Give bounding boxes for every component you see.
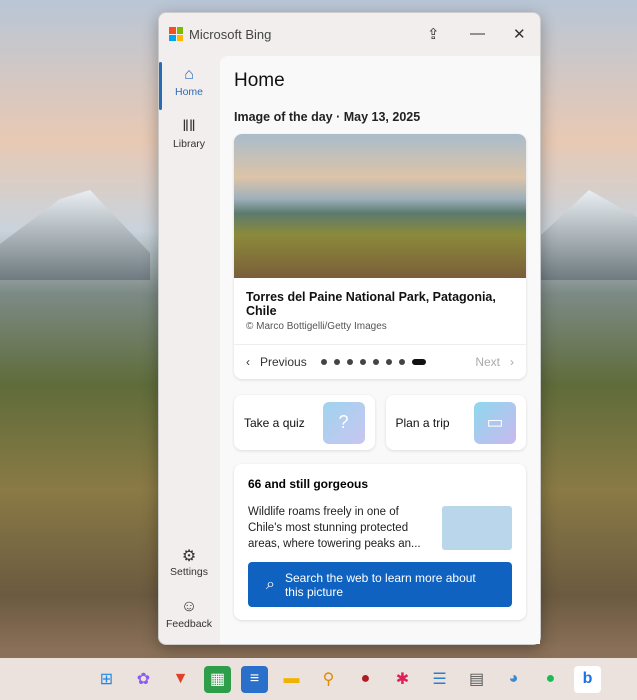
home-icon: ⌂: [184, 66, 194, 83]
pager-dot[interactable]: [372, 359, 379, 365]
quiz-label: Take a quiz: [244, 415, 305, 430]
calculator-icon[interactable]: ▤: [463, 666, 490, 693]
pager-dot[interactable]: [320, 359, 327, 365]
previous-button[interactable]: ‹ Previous: [246, 355, 307, 369]
search-web-button[interactable]: ⌕ Search the web to learn more about this…: [248, 562, 512, 607]
previous-label: Previous: [260, 355, 307, 369]
take-quiz-card[interactable]: Take a quiz?: [234, 395, 375, 450]
article-card: 66 and still gorgeous Wildlife roams fre…: [234, 464, 526, 620]
nav-library-label: Library: [172, 138, 206, 150]
spotify-icon[interactable]: ●: [537, 666, 564, 693]
windows-start-icon[interactable]: ⊞: [93, 666, 120, 693]
article-body: Wildlife roams freely in one of Chile's …: [248, 506, 421, 550]
pager-dot[interactable]: [398, 359, 405, 365]
window-title: Microsoft Bing: [189, 26, 272, 42]
pager-dot-active[interactable]: [411, 359, 426, 365]
title-bar: Microsoft Bing ⇪ — ✕: [159, 13, 540, 55]
pager-dot[interactable]: [346, 359, 353, 365]
question-icon: ?: [322, 401, 365, 444]
nav-feedback-label: Feedback: [165, 618, 213, 630]
copilot-icon[interactable]: ✿: [130, 666, 157, 693]
search-tool-icon[interactable]: ⚲: [315, 666, 342, 693]
page-title: Home: [234, 70, 285, 91]
bing-window: Microsoft Bing ⇪ — ✕ ⌂ Home ‖‖ Library ⚙ Se…: [158, 12, 541, 645]
pager-dots: [320, 359, 433, 365]
bing-icon[interactable]: b: [574, 665, 601, 693]
taskbar: ⊞ ✿ ▼ ▦ ≡ ▬ ⚲ ● ✱ ☰ ▤ ◕ ● b: [0, 658, 637, 700]
cherry-icon[interactable]: ●: [352, 666, 379, 693]
nav-settings-label: Settings: [170, 566, 208, 578]
slack-icon[interactable]: ✱: [389, 666, 416, 693]
trip-label: Plan a trip: [395, 415, 450, 430]
paint-icon[interactable]: ◕: [500, 666, 527, 693]
next-button[interactable]: Next ›: [475, 355, 514, 369]
image-credit: © Marco Bottigelli/Getty Images: [246, 321, 387, 332]
feedback-icon: ☺: [180, 598, 198, 615]
luggage-icon: ▭: [474, 401, 516, 444]
background-mountains-left: [0, 190, 150, 280]
share-icon[interactable]: ⇪: [427, 25, 440, 43]
pager-dot[interactable]: [333, 359, 340, 365]
folder-icon[interactable]: ▬: [278, 666, 305, 693]
writer-icon[interactable]: ≡: [241, 665, 268, 693]
pager-dot[interactable]: [359, 359, 366, 365]
minimize-button[interactable]: —: [470, 25, 485, 42]
main-content: Home Image of the day · May 13, 2025 Tor…: [220, 56, 540, 644]
brave-icon[interactable]: ▼: [167, 666, 194, 693]
background-mountains-right: [541, 190, 637, 280]
map-thumbnail[interactable]: [442, 506, 512, 550]
notepad-icon[interactable]: ☰: [426, 666, 453, 693]
nav-library[interactable]: ‖‖ Library: [159, 110, 219, 162]
article-title: 66 and still gorgeous: [248, 477, 369, 491]
iotd-heading: Image of the day · May 13, 2025: [234, 110, 421, 124]
nav-feedback[interactable]: ☺ Feedback: [159, 590, 219, 642]
search-web-label: Search the web to learn more about this …: [284, 570, 476, 599]
nav-home[interactable]: ⌂ Home: [159, 58, 219, 110]
image-title: Torres del Paine National Park, Patagoni…: [246, 290, 496, 318]
image-of-day-card: Torres del Paine National Park, Patagoni…: [234, 134, 526, 379]
microsoft-logo-icon: [169, 27, 183, 41]
next-label: Next: [475, 355, 500, 369]
library-icon: ‖‖: [182, 118, 196, 135]
gear-icon: ⚙: [181, 548, 197, 565]
image-pager: ‹ Previous Next ›: [234, 344, 526, 379]
close-button[interactable]: ✕: [513, 25, 526, 43]
search-icon: ⌕: [266, 575, 275, 593]
plan-trip-card[interactable]: Plan a trip ▭: [385, 395, 526, 450]
calc-sheet-icon[interactable]: ▦: [204, 665, 231, 693]
image-of-day-photo[interactable]: [234, 134, 526, 278]
pager-dot[interactable]: [385, 359, 392, 365]
nav-home-label: Home: [174, 86, 203, 98]
nav-settings[interactable]: ⚙ Settings: [159, 538, 219, 590]
